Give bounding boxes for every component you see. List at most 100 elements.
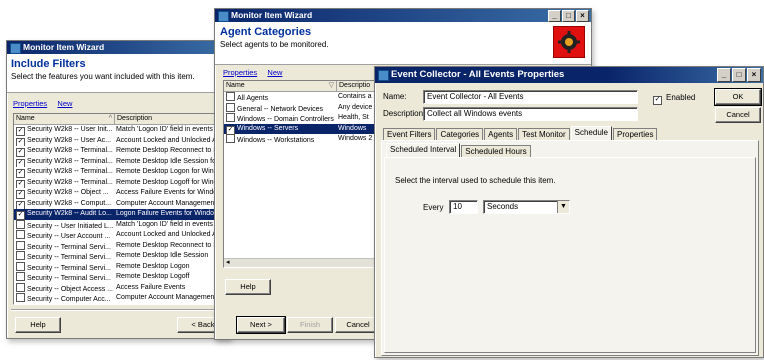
properties-titlebar[interactable]: Event Collector - All Events Properties … [375,67,763,83]
new-link[interactable]: New [267,68,282,77]
filter-row[interactable]: Security -- Terminal Servi... Remote Desk… [14,261,226,273]
close-icon[interactable]: × [747,68,761,82]
filter-row[interactable]: Security -- User Initiated L... Match 'Lo… [14,219,226,231]
name-field[interactable]: Event Collector - All Events [423,90,638,104]
checkbox-icon[interactable] [16,272,25,281]
row-description: Computer Account Management I [116,199,221,207]
description-field[interactable]: Collect all Windows events [423,107,638,121]
filter-row[interactable]: Security -- Terminal Servi... Remote Desk… [14,272,226,283]
agent-row[interactable]: Windows -- Domain Controllers Health, St [224,113,384,124]
properties-link[interactable]: Properties [13,99,47,108]
filter-row[interactable]: ✓ Security W2k8 -- Terminal... Remote Desk… [14,146,226,157]
checkbox-icon[interactable]: ✓ [16,190,25,199]
new-link[interactable]: New [57,99,72,108]
maximize-icon[interactable]: □ [732,68,746,82]
checkbox-icon[interactable]: ✓ [16,158,25,167]
checkbox-icon[interactable] [16,293,25,302]
row-name: Security W2k8 -- Terminal... [27,168,113,175]
row-description: Access Failure Events for Window [116,189,223,196]
row-name-cell: Security -- User Account ... [14,230,114,241]
checkbox-icon[interactable]: ✓ [226,125,235,134]
row-name: Security -- User Initiated L... [27,222,114,230]
row-description: Remote Desktop Idle Session for [116,157,219,165]
minimize-icon[interactable]: _ [548,10,561,22]
next-button[interactable]: Next > [236,316,286,334]
checkbox-icon[interactable]: ✓ [16,179,25,188]
cancel-button[interactable]: Cancel [715,107,761,123]
checkbox-icon[interactable] [16,261,25,271]
wizard-logo-icon [553,26,585,58]
filters-list[interactable]: Name ^ Description ✓ Security W2k8 -- User… [13,113,227,305]
scroll-left-icon[interactable]: ◂ [226,258,230,266]
filter-row[interactable]: ✓ Security W2k8 -- Terminal... Remote Desk… [14,167,226,178]
enabled-checkbox[interactable]: ✓ Enabled [653,93,695,105]
include-filters-titlebar[interactable]: Monitor Item Wizard [7,41,229,54]
page-subtitle: Select the features you want included wi… [11,72,195,81]
checkbox-icon[interactable] [16,230,25,239]
checkbox-icon[interactable] [226,113,235,122]
checkbox-icon[interactable]: ✓ [653,96,662,105]
agent-row[interactable]: ✓ Windows -- Servers Windows [224,123,384,134]
horizontal-scrollbar[interactable]: ◂ [224,258,384,267]
chevron-down-icon[interactable]: ▼ [557,201,569,213]
agent-categories-titlebar[interactable]: Monitor Item Wizard _ □ × [215,9,591,22]
filter-row[interactable]: ✓ Security W2k8 -- Terminal... Remote Desk… [14,178,226,188]
checkbox-icon[interactable]: ✓ [16,200,25,209]
filter-row[interactable]: ✓ Security W2k8 -- User Ac... Account Lock… [14,136,226,146]
agent-row[interactable]: Windows -- Workstations Windows 2 [224,134,384,145]
page-subtitle: Select agents to be monitored. [220,40,329,49]
column-header-description[interactable]: Description [115,114,226,124]
filter-row[interactable]: Security -- Terminal Servi... Remote Desk… [14,240,226,252]
column-header-name[interactable]: Name ^ [14,114,115,124]
row-name: Security W2k8 -- User Ac... [27,136,112,144]
interval-unit-select[interactable]: Seconds ▼ [483,200,570,214]
filter-row[interactable]: ✓ Security W2k8 -- Comput... Computer Acco… [14,199,226,209]
ok-button[interactable]: OK [714,88,762,106]
row-name: Security -- Terminal Servi... [27,275,111,282]
checkbox-icon[interactable] [226,102,235,112]
finish-button[interactable]: Finish [287,317,333,333]
tab-schedule[interactable]: Schedule [570,126,612,141]
help-button[interactable]: Help [15,317,61,333]
row-name: Security -- Terminal Servi... [27,243,111,251]
row-name: Windows -- Servers [237,124,299,132]
sort-arrow-icon: ▽ [328,82,334,89]
filter-row[interactable]: ✓ Security W2k8 -- Object ... Access Failu… [14,188,226,199]
subtab-scheduled-interval[interactable]: Scheduled Interval [386,143,461,158]
agents-list[interactable]: Name ▽ Descriptio All Agents Contains a Gen… [223,80,385,268]
every-label: Every [423,203,444,212]
agent-row[interactable]: All Agents Contains a [224,92,384,103]
filter-row[interactable]: Security -- Terminal Servi... Remote Desk… [14,251,226,262]
checkbox-icon[interactable] [16,282,25,292]
interval-value-field[interactable]: 10 [449,200,478,214]
close-icon[interactable]: × [576,10,589,22]
checkbox-icon[interactable]: ✓ [16,169,25,178]
help-button[interactable]: Help [225,279,271,295]
checkbox-icon[interactable]: ✓ [16,137,25,146]
row-name-cell: Windows -- Workstations [224,134,336,145]
column-header-name[interactable]: Name ▽ [224,81,337,91]
checkbox-icon[interactable] [16,240,25,250]
checkbox-icon[interactable] [16,251,25,260]
filter-row[interactable]: ✓ Security W2k8 -- User Init... Match 'Log… [14,125,226,136]
name-label: Name: [383,92,407,101]
checkbox-icon[interactable] [16,219,25,229]
checkbox-icon[interactable]: ✓ [16,127,25,136]
filter-row[interactable]: ✓ Security W2k8 -- Audit Lo... Logon Failu… [14,209,226,220]
row-description: Logon Failure Events for Window [116,210,220,217]
filter-row[interactable]: Security -- User Account ... Account Lock… [14,230,226,241]
filter-row[interactable]: ✓ Security W2k8 -- Terminal... Remote Desk… [14,157,226,167]
row-description: Match 'Logon ID' field in events 5 [116,220,219,228]
agent-row[interactable]: General -- Network Devices Any device [224,102,384,114]
maximize-icon[interactable]: □ [562,10,575,22]
properties-link[interactable]: Properties [223,68,257,77]
checkbox-icon[interactable]: ✓ [16,211,25,220]
row-description: Access Failure Events [116,283,186,291]
minimize-icon[interactable]: _ [717,68,731,82]
filter-row[interactable]: Security -- Computer Acc... Computer Acco… [14,293,226,304]
checkbox-icon[interactable] [226,134,235,143]
checkbox-icon[interactable]: ✓ [16,148,25,157]
window-title: Monitor Item Wizard [231,10,313,20]
filter-row[interactable]: Security -- Object Access ... Access Fail… [14,282,226,294]
checkbox-icon[interactable] [226,92,235,101]
